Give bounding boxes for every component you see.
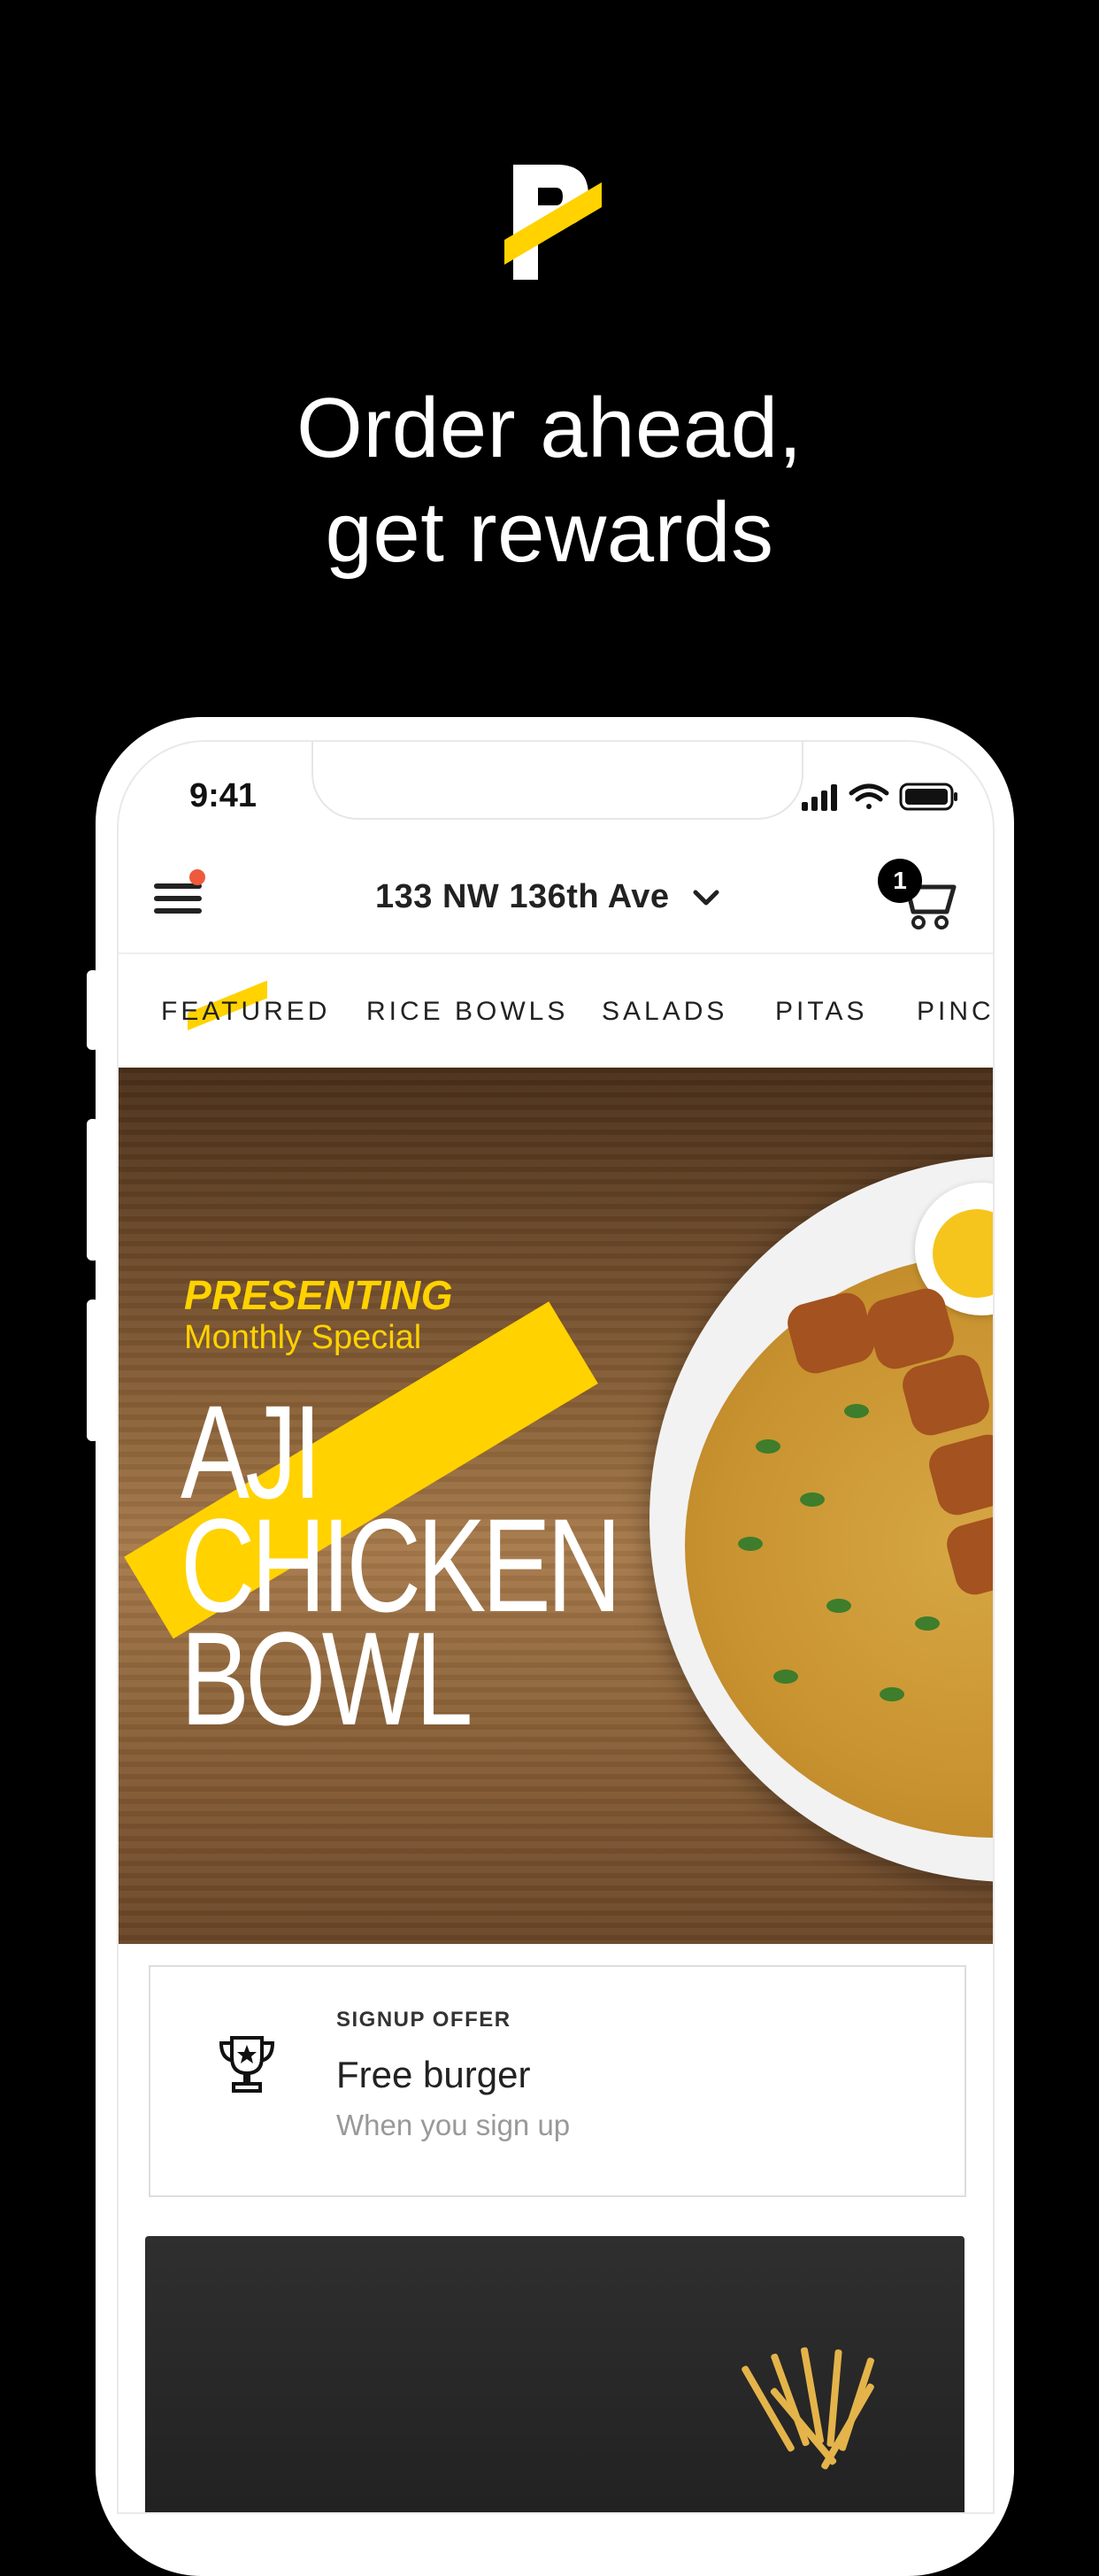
marketing-headline: Order ahead, get rewards	[0, 376, 1099, 585]
offer-title: Free burger	[336, 2054, 531, 2095]
headline-line-1: Order ahead,	[296, 381, 803, 475]
trophy-icon	[219, 2036, 275, 2093]
hero-title: AJI CHICKEN BOWL	[181, 1385, 621, 1745]
herb-garnish	[915, 1616, 940, 1631]
herb-garnish	[880, 1687, 904, 1701]
signal-icon	[802, 784, 837, 811]
herb-garnish	[773, 1670, 798, 1684]
status-icons	[802, 783, 957, 811]
herb-garnish	[844, 1404, 869, 1418]
offer-subtitle: When you sign up	[336, 2109, 571, 2141]
herb-garnish	[826, 1599, 851, 1613]
tab-pitas[interactable]: PITAS	[775, 997, 867, 1027]
battery-icon	[899, 783, 957, 811]
location-selector[interactable]: 133 NW 136th Ave	[375, 878, 670, 916]
brand-logo	[504, 165, 602, 280]
promo-card-fries[interactable]	[145, 2236, 965, 2512]
device-notch	[311, 742, 803, 820]
app-screen: 9:41 133 NW 136th Ave 1 FEATURED RICE BO…	[117, 740, 995, 2514]
herb-garnish	[800, 1492, 825, 1507]
featured-hero-banner[interactable]: PRESENTING Monthly Special AJI CHICKEN B…	[119, 1068, 993, 1944]
notification-dot	[189, 869, 205, 885]
tab-salads[interactable]: SALADS	[602, 997, 727, 1027]
wifi-icon	[849, 783, 889, 809]
herb-garnish	[738, 1537, 763, 1551]
hero-subkicker: Monthly Special	[184, 1319, 422, 1356]
cart-count-badge: 1	[878, 859, 922, 903]
hero-kicker: PRESENTING	[184, 1272, 454, 1318]
mute-switch	[87, 970, 99, 1050]
tab-featured[interactable]: FEATURED	[161, 997, 330, 1027]
app-header: 133 NW 136th Ave 1	[119, 839, 993, 954]
status-time: 9:41	[189, 777, 257, 814]
volume-down-button	[87, 1300, 99, 1441]
tab-rice-bowls[interactable]: RICE BOWLS	[366, 997, 568, 1027]
signup-offer-card[interactable]: SIGNUP OFFER Free burger When you sign u…	[149, 1965, 966, 2197]
chevron-down-icon[interactable]	[692, 885, 720, 910]
category-tabs: FEATURED RICE BOWLS SALADS PITAS PINCH	[119, 954, 993, 1068]
volume-up-button	[87, 1119, 99, 1261]
headline-line-2: get rewards	[325, 485, 774, 580]
offer-kicker: SIGNUP OFFER	[336, 2008, 511, 2032]
tab-pinch[interactable]: PINCH	[917, 997, 993, 1027]
herb-garnish	[756, 1439, 780, 1454]
